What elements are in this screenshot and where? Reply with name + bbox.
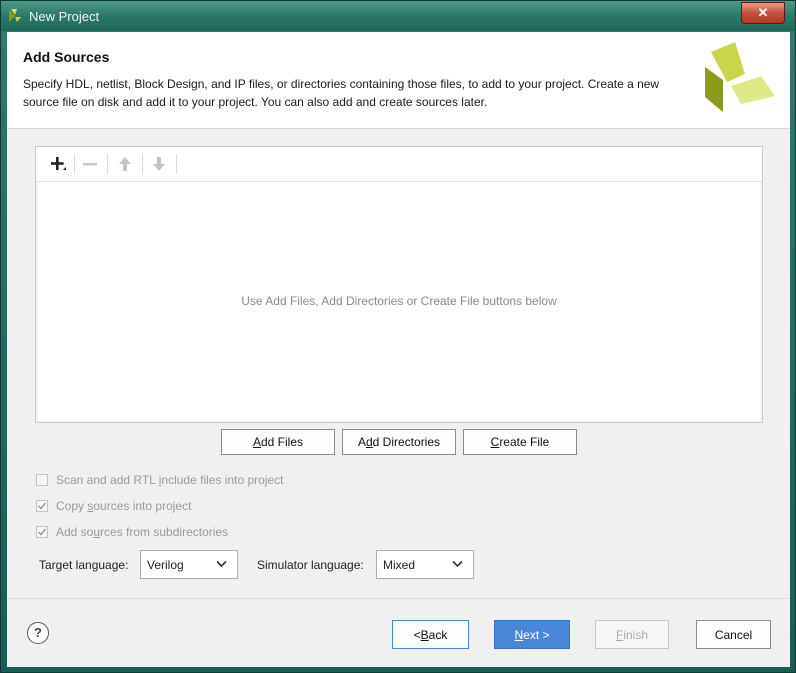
button-label: dd Files — [260, 435, 304, 449]
checkmark-icon — [37, 528, 47, 536]
help-button[interactable]: ? — [27, 622, 49, 644]
button-label: reate File — [499, 435, 550, 449]
button-label: < — [413, 627, 421, 642]
dialog-body: Add Sources Specify HDL, netlist, Block … — [7, 32, 790, 667]
add-source-button[interactable] — [44, 153, 72, 175]
move-up-icon — [119, 157, 131, 171]
target-language-value: Verilog — [147, 558, 184, 572]
help-icon: ? — [34, 625, 42, 640]
copy-sources-checkbox-row[interactable]: Copy sources into project — [36, 499, 191, 513]
footer-divider — [7, 598, 790, 599]
checkmark-icon — [37, 502, 47, 510]
target-language-label: Target language: — [39, 558, 129, 572]
cancel-button[interactable]: Cancel — [696, 620, 771, 649]
mnemonic-key: d — [365, 435, 373, 449]
toolbar-separator — [142, 154, 143, 174]
toolbar-separator — [74, 154, 75, 174]
add-directories-button[interactable]: Add Directories — [342, 429, 456, 455]
simulator-language-select[interactable]: Mixed — [376, 550, 474, 579]
finish-button[interactable]: Finish — [595, 620, 669, 649]
button-label: Cancel — [714, 627, 753, 642]
dialog-window: New Project ✕ Add Sources Specify HDL, n… — [0, 0, 796, 673]
checkbox-label: Copy sources into project — [56, 499, 192, 513]
toolbar-separator — [107, 154, 108, 174]
scan-rtl-checkbox[interactable] — [36, 474, 48, 486]
mnemonic-key: N — [514, 627, 524, 642]
sources-toolbar — [36, 147, 762, 182]
next-button[interactable]: Next > — [494, 620, 570, 649]
move-down-icon — [153, 157, 165, 171]
simulator-language-label: Simulator language: — [257, 558, 364, 572]
button-label: A — [357, 435, 366, 449]
brand-logo-icon — [705, 42, 775, 112]
back-button[interactable]: < Back — [392, 620, 469, 649]
sources-panel[interactable]: Use Add Files, Add Directories or Create… — [35, 146, 763, 423]
empty-list-message: Use Add Files, Add Directories or Create… — [241, 294, 557, 308]
mnemonic-key: B — [420, 627, 429, 642]
add-icon — [51, 157, 66, 170]
window-title: New Project — [29, 9, 100, 24]
button-label: ext > — [523, 627, 550, 642]
button-label: d Directories — [372, 435, 441, 449]
copy-sources-checkbox[interactable] — [36, 500, 48, 512]
page-title: Add Sources — [23, 49, 110, 65]
toolbar-separator — [176, 154, 177, 174]
add-subdirs-checkbox-row[interactable]: Add sources from subdirectories — [36, 525, 228, 539]
page-header: Add Sources Specify HDL, netlist, Block … — [7, 32, 790, 129]
simulator-language-value: Mixed — [383, 558, 416, 572]
create-file-button[interactable]: Create File — [463, 429, 577, 455]
close-icon: ✕ — [757, 5, 769, 20]
chevron-down-icon — [216, 560, 227, 568]
target-language-select[interactable]: Verilog — [140, 550, 238, 579]
app-logo-icon — [9, 9, 21, 22]
mnemonic-key: F — [615, 627, 624, 642]
checkbox-label: Scan and add RTL include files into proj… — [56, 473, 284, 487]
button-label: ack — [428, 627, 448, 642]
page-description: Specify HDL, netlist, Block Design, and … — [23, 77, 660, 109]
chevron-down-icon — [452, 560, 463, 568]
mnemonic-key: C — [490, 435, 500, 449]
add-subdirs-checkbox[interactable] — [36, 526, 48, 538]
move-up-button[interactable] — [111, 153, 139, 175]
close-button[interactable]: ✕ — [741, 2, 785, 24]
remove-source-button[interactable] — [76, 153, 104, 175]
add-files-button[interactable]: Add Files — [221, 429, 335, 455]
remove-icon — [83, 163, 97, 166]
move-down-button[interactable] — [145, 153, 173, 175]
checkbox-label: Add sources from subdirectories — [56, 525, 229, 539]
title-bar[interactable]: New Project ✕ — [1, 1, 795, 31]
mnemonic-key: A — [252, 435, 261, 449]
scan-rtl-checkbox-row[interactable]: Scan and add RTL include files into proj… — [36, 473, 284, 487]
button-label: inish — [623, 627, 649, 642]
